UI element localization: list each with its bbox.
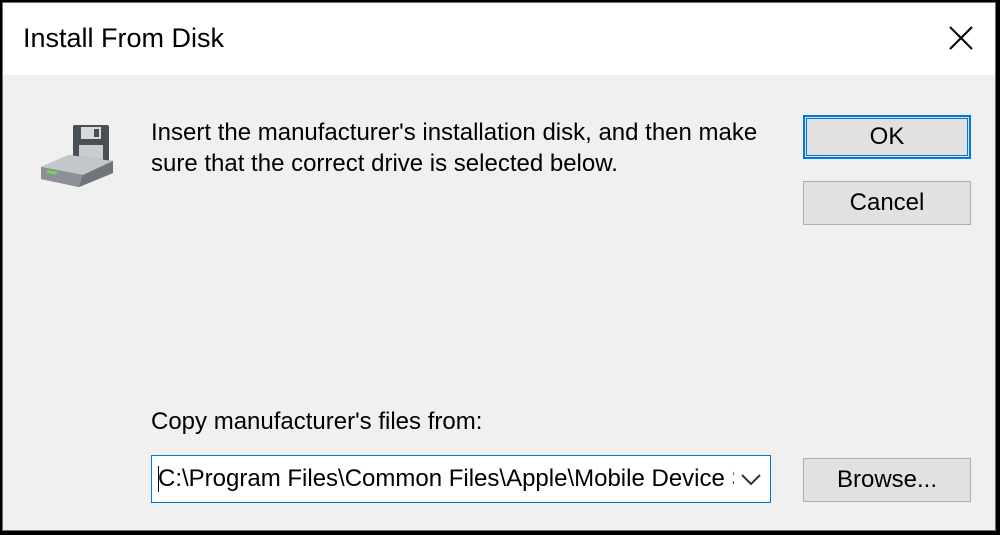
copy-from-label: Copy manufacturer's files from: (151, 408, 483, 435)
dialog-body: Insert the manufacturer's installation d… (3, 75, 995, 530)
copy-from-path-field[interactable]: C:\Program Files\Common Files\Apple\Mobi… (158, 456, 734, 502)
close-icon (949, 26, 973, 50)
install-from-disk-dialog: Install From Disk Insert the manufacture… (2, 2, 996, 531)
text-caret (158, 466, 159, 492)
instruction-text: Insert the manufacturer's installation d… (151, 119, 758, 177)
ok-button[interactable]: OK (803, 115, 971, 159)
chevron-down-icon[interactable] (740, 471, 762, 487)
copy-from-combobox[interactable]: C:\Program Files\Common Files\Apple\Mobi… (151, 455, 771, 503)
title-bar: Install From Disk (3, 3, 995, 75)
floppy-disk-drive-icon (41, 125, 113, 187)
close-button[interactable] (929, 7, 993, 69)
browse-button[interactable]: Browse... (803, 458, 971, 502)
window-title: Install From Disk (23, 23, 225, 53)
cancel-button[interactable]: Cancel (803, 181, 971, 225)
